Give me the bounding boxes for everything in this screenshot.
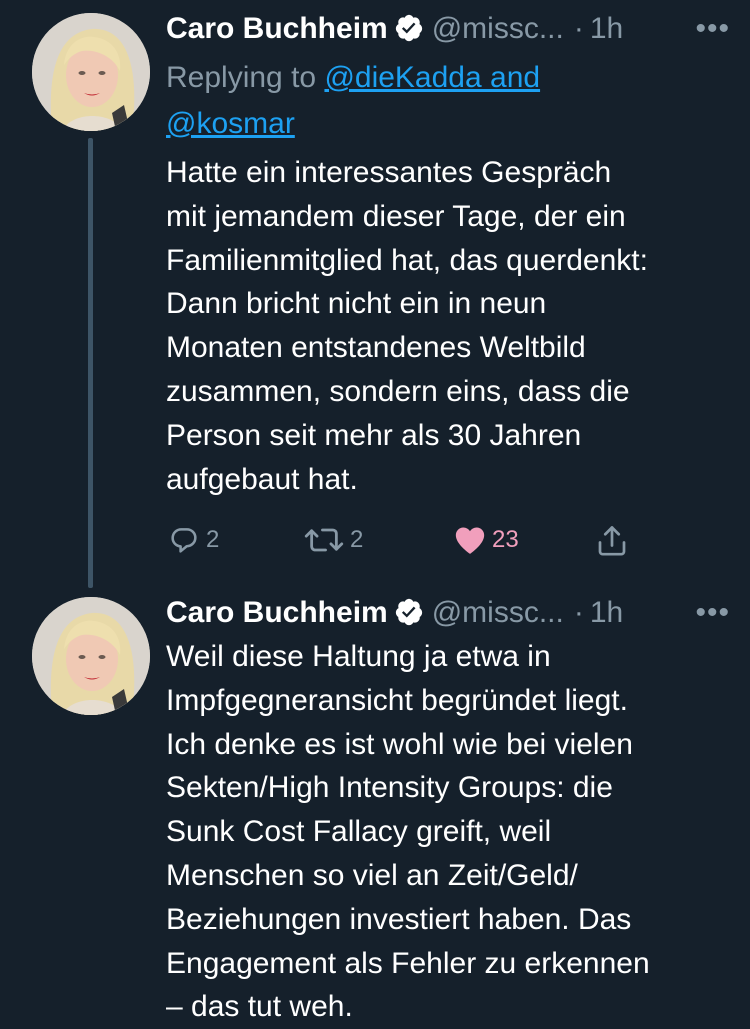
reply-button[interactable]: 2 [166,523,219,557]
author-name[interactable]: Caro Buchheim [166,12,388,45]
tweet-text: Hatte ein interessantes Gespräch mit jem… [166,156,648,496]
reply-icon [171,528,197,553]
mention-link[interactable]: @kosmar [166,107,295,140]
tweet-header: Caro Buchheim @missc... · 1h ••• [166,9,730,49]
tweet-2[interactable]: Caro Buchheim @missc... · 1h ••• Weil diese… [0,590,750,1023]
avatar[interactable] [32,597,150,715]
separator-dot: · [573,12,584,45]
more-options-icon[interactable]: ••• [695,593,730,633]
share-icon [598,526,626,556]
author-name[interactable]: Caro Buchheim [166,596,388,629]
share-button[interactable] [594,523,630,559]
verified-badge-icon [395,14,422,42]
tweet-header: Caro Buchheim @missc... · 1h ••• [166,593,730,633]
timestamp[interactable]: 1h [590,596,623,629]
verified-badge-icon [395,598,422,626]
retweet-count: 2 [350,526,364,554]
tweet-1[interactable]: Caro Buchheim @missc... · 1h ••• Replying t… [0,0,750,590]
like-button[interactable]: 23 [452,523,519,557]
replying-to: Replying to @dieKadda and @kosmar [166,55,730,147]
thread-line [88,138,93,588]
separator-dot: · [573,596,584,629]
author-handle[interactable]: @missc... [432,12,564,45]
tweet-text: Weil diese Haltung ja etwa in Impfgegner… [166,640,650,1024]
heart-icon [455,527,485,554]
author-handle[interactable]: @missc... [432,596,564,629]
reply-count: 2 [206,526,220,554]
retweet-button[interactable]: 2 [302,523,363,557]
like-count: 23 [492,526,519,554]
more-options-icon[interactable]: ••• [695,9,730,49]
retweet-icon [304,528,344,552]
mention-link[interactable]: @dieKadda and [324,61,540,94]
tweet-actions: 2 2 23 [166,523,730,563]
avatar[interactable] [32,13,150,131]
timestamp[interactable]: 1h [590,12,623,45]
replying-prefix: Replying to [166,61,325,94]
